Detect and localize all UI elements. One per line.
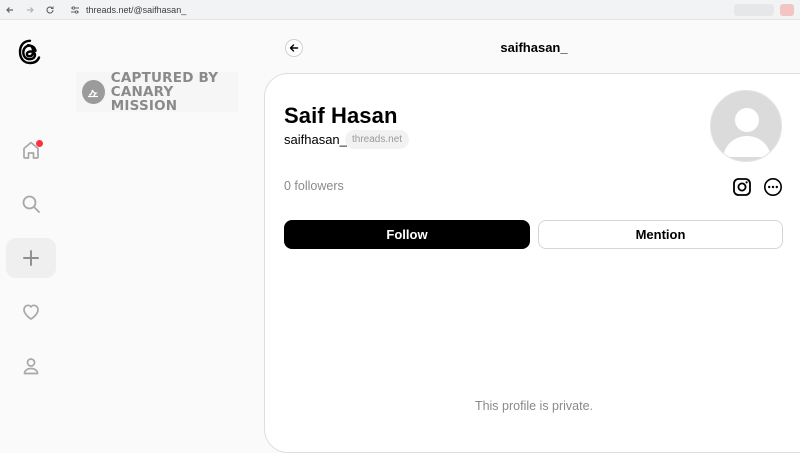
private-profile-notice: This profile is private.: [474, 399, 594, 413]
back-arrow-icon[interactable]: [0, 0, 20, 20]
address-bar[interactable]: threads.net/@saifhasan_: [64, 2, 192, 18]
avatar[interactable]: [710, 90, 782, 162]
watermark-line-2: CANARY MISSION: [110, 84, 178, 114]
forward-arrow-icon[interactable]: [20, 0, 40, 20]
back-arrow-icon: [289, 44, 299, 52]
url-text: threads.net/@saifhasan_: [86, 4, 187, 15]
follow-button[interactable]: Follow: [284, 220, 530, 249]
profile-name: Saif Hasan: [284, 103, 398, 128]
profile-icon[interactable]: [6, 346, 56, 386]
reload-icon[interactable]: [40, 0, 60, 20]
create-icon[interactable]: [6, 238, 56, 278]
domain-badge[interactable]: threads.net: [345, 130, 410, 149]
heart-icon[interactable]: [6, 292, 56, 332]
watermark-badge: CAPTURED BY CANARY MISSION: [76, 70, 238, 114]
back-button[interactable]: [285, 39, 303, 57]
threads-logo-icon[interactable]: [14, 36, 46, 68]
more-options-icon[interactable]: [762, 176, 784, 198]
browser-toolbar: threads.net/@saifhasan_: [0, 0, 800, 20]
followers-count[interactable]: 0 followers: [284, 179, 344, 193]
search-icon[interactable]: [6, 184, 56, 224]
canary-seal-icon: [82, 80, 105, 104]
notification-dot: [36, 140, 43, 147]
watermark-line-1: CAPTURED BY: [110, 70, 219, 86]
mention-button[interactable]: Mention: [538, 220, 783, 249]
instagram-icon[interactable]: [731, 176, 753, 198]
profile-button[interactable]: [780, 3, 794, 16]
home-icon[interactable]: [6, 130, 56, 170]
sidebar-nav: [0, 20, 62, 428]
page-title: saifhasan_: [500, 40, 568, 55]
site-settings-icon[interactable]: [70, 5, 80, 15]
profile-handle: saifhasan_: [284, 132, 347, 147]
default-avatar-icon: [723, 108, 771, 157]
extension-button[interactable]: [734, 3, 774, 16]
